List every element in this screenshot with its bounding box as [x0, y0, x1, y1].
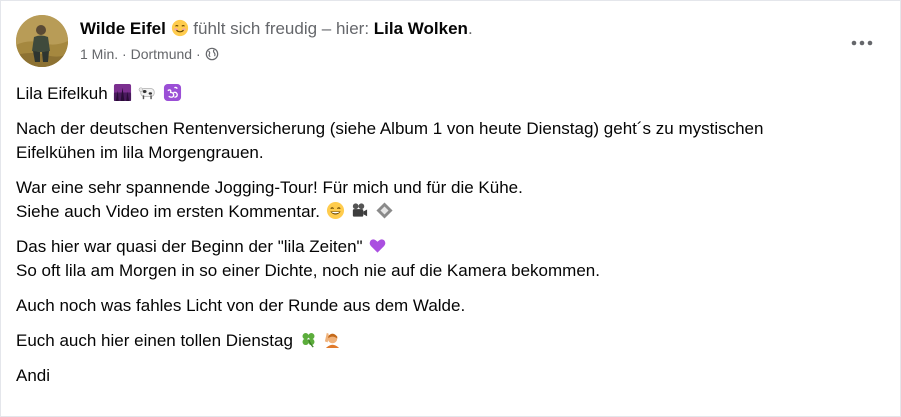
more-options-icon	[851, 40, 873, 46]
movie-camera-icon	[350, 201, 369, 220]
paragraph-line: Eifelkühen im lila Morgengrauen.	[16, 143, 264, 162]
paragraph-text: Lila Eifelkuh	[16, 84, 108, 103]
post-header: Wilde Eifel fühlt sich freudig – hier: L…	[16, 15, 886, 71]
globe-icon[interactable]	[205, 47, 219, 61]
post-paragraph-1: Lila Eifelkuh	[16, 82, 886, 106]
post-body: Lila Eifelkuh Nach der deutschen Rentenv…	[16, 82, 886, 399]
place-suffix: .	[467, 19, 473, 38]
post-paragraph-5: Auch noch was fahles Licht von der Runde…	[16, 294, 886, 318]
author-name[interactable]: Wilde Eifel	[80, 19, 166, 38]
paragraph-text: Das hier war quasi der Beginn der "lila …	[16, 237, 363, 256]
paragraph-text: Auch noch was fahles Licht von der Runde…	[16, 296, 466, 315]
grinning-face-icon	[326, 201, 345, 220]
post-paragraph-7: Andi	[16, 364, 886, 388]
post-meta: 1 Min. · Dortmund ·	[80, 45, 473, 63]
post-paragraph-3: War eine sehr spannende Jogging-Tour! Fü…	[16, 176, 886, 224]
paragraph-text: Siehe auch Video im ersten Kommentar.	[16, 202, 320, 221]
purple-heart-icon	[368, 236, 387, 255]
paragraph-line: Nach der deutschen Rentenversicherung (s…	[16, 119, 764, 138]
post-location[interactable]: Dortmund	[131, 46, 192, 62]
post-paragraph-2: Nach der deutschen Rentenversicherung (s…	[16, 117, 886, 165]
more-options-button[interactable]	[844, 25, 880, 61]
avatar-photo	[16, 15, 68, 67]
post-card: Wilde Eifel fühlt sich freudig – hier: L…	[0, 0, 901, 417]
film-frames-icon	[375, 201, 394, 220]
paragraph-line: War eine sehr spannende Jogging-Tour! Fü…	[16, 178, 523, 197]
post-time[interactable]: 1 Min.	[80, 46, 118, 62]
smiling-face-icon	[171, 19, 189, 37]
post-title-line: Wilde Eifel fühlt sich freudig – hier: L…	[80, 17, 473, 41]
signature: Andi	[16, 366, 51, 385]
post-paragraph-6: Euch auch hier einen tollen Dienstag	[16, 329, 886, 353]
feeling-text: fühlt sich freudig – hier:	[193, 19, 370, 38]
meta-separator-2: ·	[195, 46, 201, 62]
purple-sunrise-icon	[113, 83, 132, 102]
paragraph-line-with-icons: Das hier war quasi der Beginn der "lila …	[16, 235, 886, 259]
paragraph-line: So oft lila am Morgen in so einer Dichte…	[16, 261, 600, 280]
author-avatar[interactable]	[16, 15, 68, 67]
paragraph-text: Euch auch hier einen tollen Dienstag	[16, 331, 293, 350]
four-leaf-clover-icon	[299, 330, 318, 349]
paragraph-line-with-icons: Siehe auch Video im ersten Kommentar.	[16, 200, 886, 224]
post-paragraph-4: Das hier war quasi der Beginn der "lila …	[16, 235, 886, 283]
post-header-text: Wilde Eifel fühlt sich freudig – hier: L…	[80, 17, 473, 63]
meta-separator: ·	[122, 46, 127, 62]
cow-icon	[138, 83, 157, 102]
place-link[interactable]: Lila Wolken	[374, 19, 468, 38]
om-symbol-icon	[163, 83, 182, 102]
person-raising-hand-icon	[323, 330, 342, 349]
